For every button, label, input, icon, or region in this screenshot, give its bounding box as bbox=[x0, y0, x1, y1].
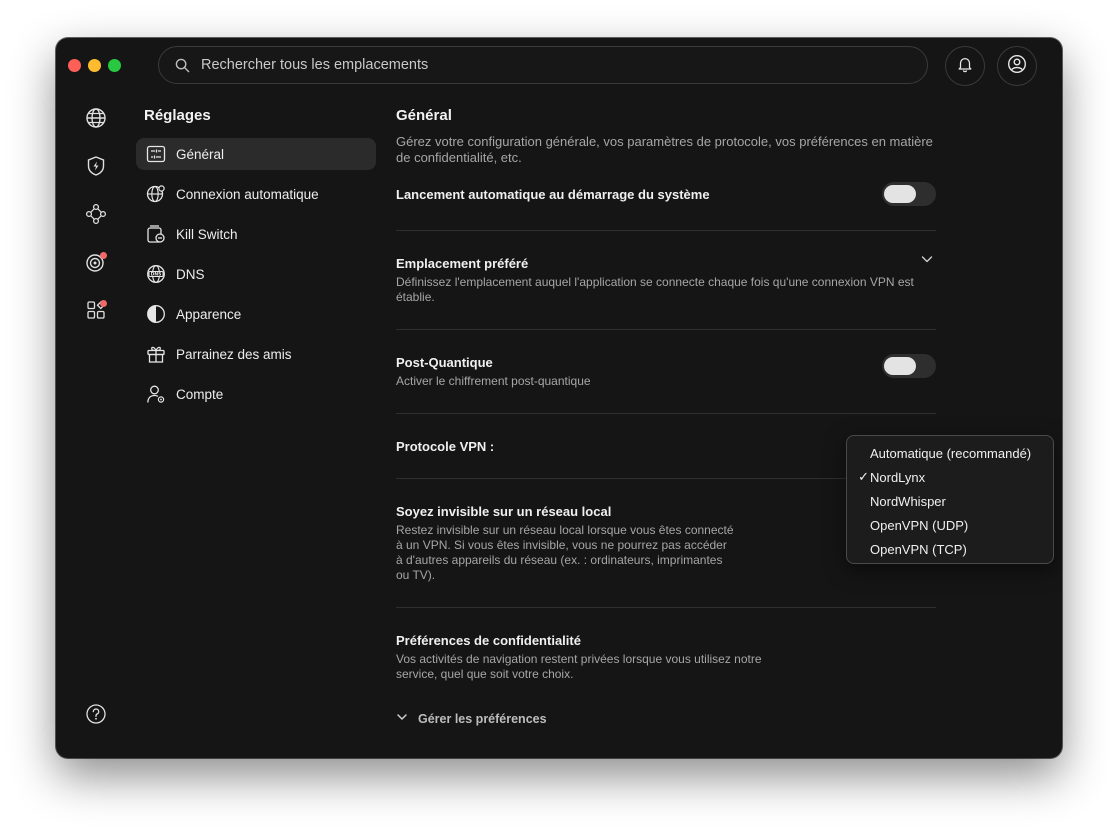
globe-gear-icon bbox=[146, 184, 166, 204]
preferred-location-description: Définissez l'emplacement auquel l'applic… bbox=[396, 275, 914, 304]
page-description: Gérez votre configuration générale, vos … bbox=[396, 134, 933, 165]
search-icon bbox=[175, 56, 193, 74]
divider bbox=[396, 607, 936, 608]
meshnet-icon[interactable] bbox=[84, 202, 108, 226]
divider bbox=[396, 230, 936, 231]
manage-preferences-button[interactable]: Gérer les préférences bbox=[396, 710, 547, 728]
invisible-lan-description: Restez invisible sur un réseau local lor… bbox=[396, 523, 734, 582]
sidebar-item-label: Général bbox=[176, 146, 225, 162]
toggle-knob bbox=[884, 357, 916, 375]
sidebar-item-label: Kill Switch bbox=[176, 226, 238, 242]
protocol-option-nordlynx[interactable]: ✓ NordLynx bbox=[847, 465, 1053, 489]
divider bbox=[396, 413, 936, 414]
sidebar-item-label: Connexion automatique bbox=[176, 186, 319, 202]
post-quantum-title: Post-Quantique bbox=[396, 355, 493, 370]
sidebar-item-label: Compte bbox=[176, 386, 224, 402]
gift-icon bbox=[146, 344, 166, 364]
sidebar-item-kill-switch[interactable]: Kill Switch bbox=[136, 218, 376, 250]
autolaunch-toggle[interactable] bbox=[882, 182, 936, 206]
privacy-preferences-description: Vos activités de navigation restent priv… bbox=[396, 652, 762, 681]
protocol-option-openvpn-udp[interactable]: OpenVPN (UDP) bbox=[847, 513, 1053, 537]
chevron-down-icon[interactable] bbox=[920, 252, 934, 266]
sidebar-item-dns[interactable]: DNS DNS bbox=[136, 258, 376, 290]
settings-title: Réglages bbox=[144, 107, 211, 124]
half-circle-icon bbox=[146, 304, 166, 324]
bell-icon bbox=[956, 55, 974, 78]
search-placeholder: Rechercher tous les emplacements bbox=[201, 57, 429, 73]
globe-icon[interactable] bbox=[84, 106, 108, 130]
chevron-down-icon bbox=[396, 710, 408, 728]
checkmark-icon: ✓ bbox=[858, 469, 869, 484]
manage-preferences-label: Gérer les préférences bbox=[418, 712, 547, 726]
divider bbox=[396, 329, 936, 330]
close-window-button[interactable] bbox=[68, 59, 81, 72]
app-window: Rechercher tous les emplacements Réglage… bbox=[56, 38, 1062, 758]
sidebar-item-appearance[interactable]: Apparence bbox=[136, 298, 376, 330]
sliders-icon bbox=[146, 144, 166, 164]
search-input[interactable]: Rechercher tous les emplacements bbox=[158, 46, 928, 84]
autolaunch-title: Lancement automatique au démarrage du sy… bbox=[396, 187, 710, 202]
protocol-option-automatic[interactable]: Automatique (recommandé) bbox=[847, 441, 1053, 465]
post-quantum-toggle[interactable] bbox=[882, 354, 936, 378]
privacy-preferences-title: Préférences de confidentialité bbox=[396, 633, 581, 648]
sidebar-item-general[interactable]: Général bbox=[136, 138, 376, 170]
svg-text:DNS: DNS bbox=[151, 272, 162, 278]
vpn-protocol-title: Protocole VPN : bbox=[396, 439, 495, 454]
sidebar-item-refer-friends[interactable]: Parrainez des amis bbox=[136, 338, 376, 370]
apps-badge bbox=[100, 300, 107, 307]
page-title: Général bbox=[396, 107, 452, 124]
threat-badge bbox=[100, 252, 107, 259]
help-icon[interactable] bbox=[84, 702, 108, 726]
notifications-button[interactable] bbox=[945, 46, 985, 86]
invisible-lan-title: Soyez invisible sur un réseau local bbox=[396, 504, 612, 519]
kill-switch-icon bbox=[146, 224, 166, 244]
account-button[interactable] bbox=[997, 46, 1037, 86]
sidebar-item-auto-connect[interactable]: Connexion automatique bbox=[136, 178, 376, 210]
protocol-option-nordwhisper[interactable]: NordWhisper bbox=[847, 489, 1053, 513]
sidebar-item-label: Apparence bbox=[176, 306, 242, 322]
user-circle-icon bbox=[1007, 54, 1027, 79]
preferred-location-title: Emplacement préféré bbox=[396, 256, 529, 271]
shield-bolt-icon[interactable] bbox=[84, 154, 108, 178]
toggle-knob bbox=[884, 185, 916, 203]
minimize-window-button[interactable] bbox=[88, 59, 101, 72]
post-quantum-description: Activer le chiffrement post-quantique bbox=[396, 374, 591, 388]
vpn-protocol-dropdown: Automatique (recommandé) ✓ NordLynx Nord… bbox=[846, 435, 1054, 564]
sidebar-item-label: DNS bbox=[176, 266, 205, 282]
sidebar-item-account[interactable]: Compte bbox=[136, 378, 376, 410]
sidebar-item-label: Parrainez des amis bbox=[176, 346, 292, 362]
zoom-window-button[interactable] bbox=[108, 59, 121, 72]
account-gear-icon bbox=[146, 384, 166, 404]
protocol-option-openvpn-tcp[interactable]: OpenVPN (TCP) bbox=[847, 537, 1053, 561]
dns-globe-icon: DNS bbox=[146, 264, 166, 284]
